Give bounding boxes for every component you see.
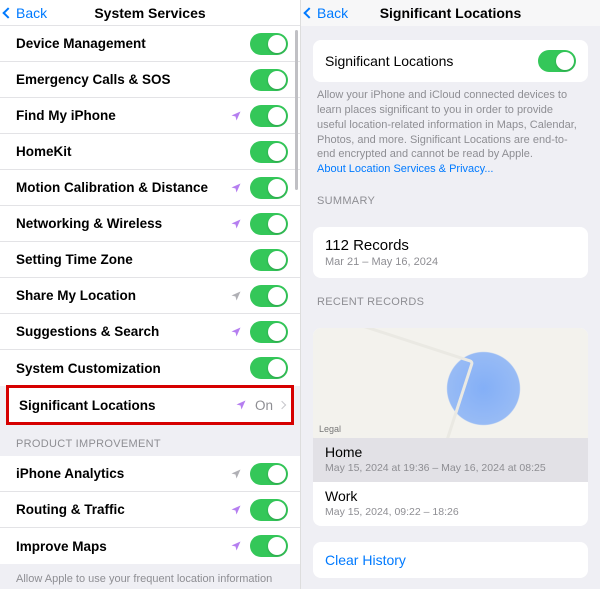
record-title: Work — [325, 488, 576, 504]
location-privacy-link[interactable]: About Location Services & Privacy... — [317, 163, 494, 175]
service-row: Suggestions & Search — [0, 314, 300, 350]
location-icon — [230, 468, 242, 480]
services-group: Device Management Emergency Calls & SOS Fi… — [0, 26, 300, 386]
back-button[interactable]: Back — [301, 5, 348, 21]
significant-locations-row[interactable]: Significant Locations On — [9, 388, 291, 422]
scrollbar[interactable] — [295, 30, 298, 190]
service-row: Motion Calibration & Distance — [0, 170, 300, 206]
significant-locations-toggle-row: Significant Locations — [313, 40, 588, 82]
navbar-left: Back System Services — [0, 0, 300, 26]
records-list: HomeMay 15, 2024 at 19:36 – May 16, 2024… — [313, 438, 588, 526]
toggle[interactable] — [250, 321, 288, 343]
row-value: On — [255, 398, 273, 413]
toggle[interactable] — [250, 213, 288, 235]
toggle[interactable] — [250, 177, 288, 199]
service-row: HomeKit — [0, 134, 300, 170]
toggle[interactable] — [250, 285, 288, 307]
service-row: Improve Maps — [0, 528, 300, 564]
location-icon — [230, 504, 242, 516]
back-label: Back — [16, 5, 47, 21]
record-subtitle: May 15, 2024, 09:22 – 18:26 — [325, 504, 576, 518]
location-icon — [230, 540, 242, 552]
map-legal-link[interactable]: Legal — [319, 424, 341, 434]
recent-section: Legal HomeMay 15, 2024 at 19:36 – May 16… — [313, 328, 588, 526]
row-label: Share My Location — [16, 288, 230, 303]
toggle[interactable] — [250, 535, 288, 557]
toggle[interactable] — [250, 357, 288, 379]
service-row: Find My iPhone — [0, 98, 300, 134]
footnote-text: Allow Apple to use your frequent locatio… — [16, 573, 272, 589]
toggle[interactable] — [250, 463, 288, 485]
significant-locations-highlight: Significant Locations On — [6, 385, 294, 425]
summary-value: 112 Records — [325, 237, 576, 254]
summary-range: Mar 21 – May 16, 2024 — [325, 254, 576, 268]
service-row: Share My Location — [0, 278, 300, 314]
recent-header: RECENT RECORDS — [301, 278, 600, 314]
section-header-improvement: PRODUCT IMPROVEMENT — [0, 424, 300, 456]
row-label: Improve Maps — [16, 539, 230, 554]
location-icon — [230, 182, 242, 194]
service-row: Device Management — [0, 26, 300, 62]
significant-locations-toggle[interactable] — [538, 50, 576, 72]
row-label: Emergency Calls & SOS — [16, 72, 250, 87]
toggle[interactable] — [250, 499, 288, 521]
toggle-section: Significant Locations — [313, 40, 588, 82]
description: Allow your iPhone and iCloud connected d… — [301, 82, 600, 177]
toggle[interactable] — [250, 105, 288, 127]
clear-history-button[interactable]: Clear History — [313, 542, 588, 578]
location-icon — [230, 218, 242, 230]
clear-section: Clear History — [313, 542, 588, 578]
clear-history-label: Clear History — [325, 552, 406, 568]
toggle[interactable] — [250, 249, 288, 271]
toggle-label: Significant Locations — [325, 53, 538, 69]
location-icon — [230, 326, 242, 338]
toggle[interactable] — [250, 69, 288, 91]
row-label: Significant Locations — [19, 398, 235, 413]
row-label: Setting Time Zone — [16, 252, 250, 267]
system-services-pane: Back System Services Device Management Em… — [0, 0, 300, 589]
record-row[interactable]: WorkMay 15, 2024, 09:22 – 18:26 — [313, 482, 588, 526]
map-preview[interactable]: Legal — [313, 328, 588, 438]
back-button[interactable]: Back — [0, 5, 47, 21]
toggle[interactable] — [250, 33, 288, 55]
location-icon — [230, 290, 242, 302]
description-text: Allow your iPhone and iCloud connected d… — [317, 89, 577, 160]
chevron-left-icon — [2, 7, 13, 18]
back-label: Back — [317, 5, 348, 21]
row-label: Routing & Traffic — [16, 502, 230, 517]
row-label: Networking & Wireless — [16, 216, 230, 231]
chevron-right-icon — [278, 401, 286, 409]
service-row: Setting Time Zone — [0, 242, 300, 278]
row-label: Motion Calibration & Distance — [16, 180, 230, 195]
row-label: Suggestions & Search — [16, 324, 230, 339]
location-icon — [235, 399, 247, 411]
chevron-left-icon — [303, 7, 314, 18]
row-label: Device Management — [16, 36, 250, 51]
row-label: System Customization — [16, 361, 250, 376]
summary-section[interactable]: 112 Records Mar 21 – May 16, 2024 — [313, 227, 588, 278]
service-row: Routing & Traffic — [0, 492, 300, 528]
record-row[interactable]: HomeMay 15, 2024 at 19:36 – May 16, 2024… — [313, 438, 588, 482]
service-row: System Customization — [0, 350, 300, 386]
toggle[interactable] — [250, 141, 288, 163]
right-scroll[interactable]: Significant Locations Allow your iPhone … — [301, 26, 600, 589]
row-label: Find My iPhone — [16, 108, 230, 123]
service-row: Networking & Wireless — [0, 206, 300, 242]
record-title: Home — [325, 444, 576, 460]
summary-header: SUMMARY — [301, 177, 600, 213]
service-row: Emergency Calls & SOS — [0, 62, 300, 98]
record-subtitle: May 15, 2024 at 19:36 – May 16, 2024 at … — [325, 460, 576, 474]
service-row: iPhone Analytics — [0, 456, 300, 492]
navbar-right: Back Significant Locations — [301, 0, 600, 26]
location-icon — [230, 110, 242, 122]
improvement-group: iPhone Analytics Routing & Traffic Improve… — [0, 456, 300, 564]
significant-locations-pane: Back Significant Locations Significant L… — [300, 0, 600, 589]
row-label: iPhone Analytics — [16, 466, 230, 481]
row-label: HomeKit — [16, 144, 250, 159]
summary-cell: 112 Records Mar 21 – May 16, 2024 — [313, 227, 588, 278]
left-scroll[interactable]: Device Management Emergency Calls & SOS Fi… — [0, 26, 300, 589]
improve-maps-footnote: Allow Apple to use your frequent locatio… — [0, 564, 300, 589]
